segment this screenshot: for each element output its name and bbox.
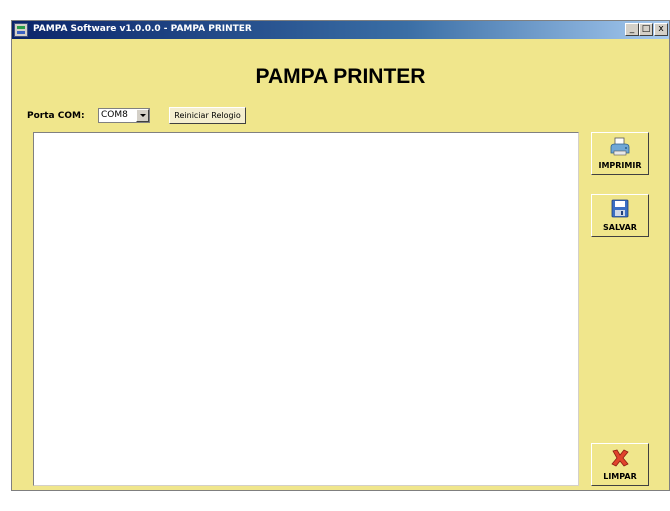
limpar-button[interactable]: LIMPAR	[591, 443, 649, 486]
minimize-button[interactable]: _	[625, 23, 639, 36]
app-icon[interactable]	[14, 23, 28, 37]
page-title: PAMPA PRINTER	[255, 65, 426, 88]
maximize-button[interactable]: □	[639, 23, 653, 36]
window-title: PAMPA Software v1.0.0.0 - PAMPA PRINTER	[33, 24, 252, 34]
reiniciar-relogio-button[interactable]: Reiniciar Relogio	[169, 107, 246, 124]
clear-icon	[611, 449, 629, 467]
porta-com-label: Porta COM:	[27, 111, 85, 121]
imprimir-label: IMPRIMIR	[598, 161, 642, 170]
limpar-label: LIMPAR	[603, 472, 637, 481]
porta-com-select[interactable]: COM8	[98, 108, 150, 123]
app-window: PAMPA Software v1.0.0.0 - PAMPA PRINTER …	[11, 20, 670, 491]
imprimir-button[interactable]: IMPRIMIR	[591, 132, 649, 175]
printer-icon	[610, 137, 630, 156]
porta-com-value: COM8	[101, 110, 128, 120]
salvar-label: SALVAR	[603, 223, 637, 232]
save-icon	[611, 199, 629, 218]
chevron-down-icon[interactable]	[136, 109, 149, 122]
output-text-area[interactable]	[33, 132, 579, 486]
close-button[interactable]: x	[654, 23, 668, 36]
title-bar[interactable]: PAMPA Software v1.0.0.0 - PAMPA PRINTER …	[12, 21, 669, 39]
salvar-button[interactable]: SALVAR	[591, 194, 649, 237]
